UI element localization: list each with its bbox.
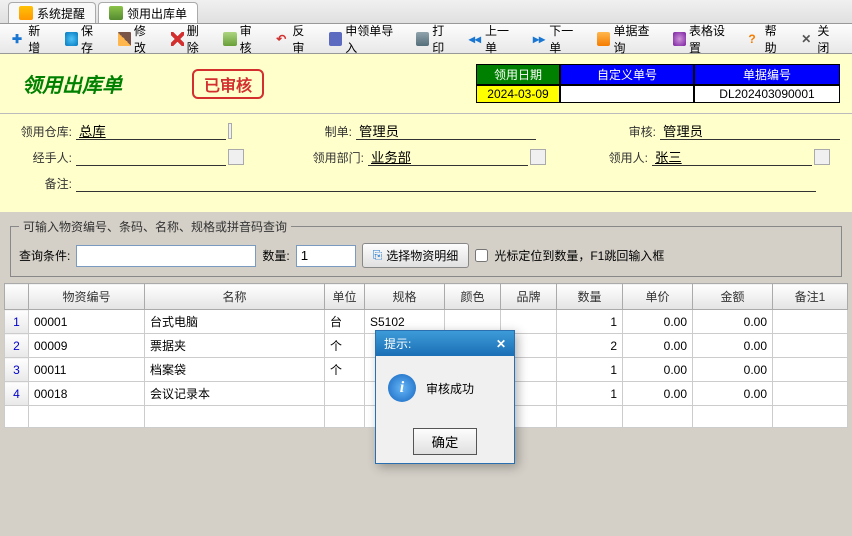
dialog-close-button[interactable]: ✕ [496, 337, 506, 351]
dialog-ok-button[interactable]: 确定 [413, 428, 478, 455]
info-dialog: 提示: ✕ i 审核成功 确定 [375, 330, 515, 464]
dialog-titlebar: 提示: ✕ [376, 331, 514, 356]
dialog-backdrop: 提示: ✕ i 审核成功 确定 [0, 0, 852, 536]
dialog-message: 审核成功 [426, 380, 474, 397]
info-icon: i [388, 374, 416, 402]
dialog-title-text: 提示: [384, 335, 411, 352]
